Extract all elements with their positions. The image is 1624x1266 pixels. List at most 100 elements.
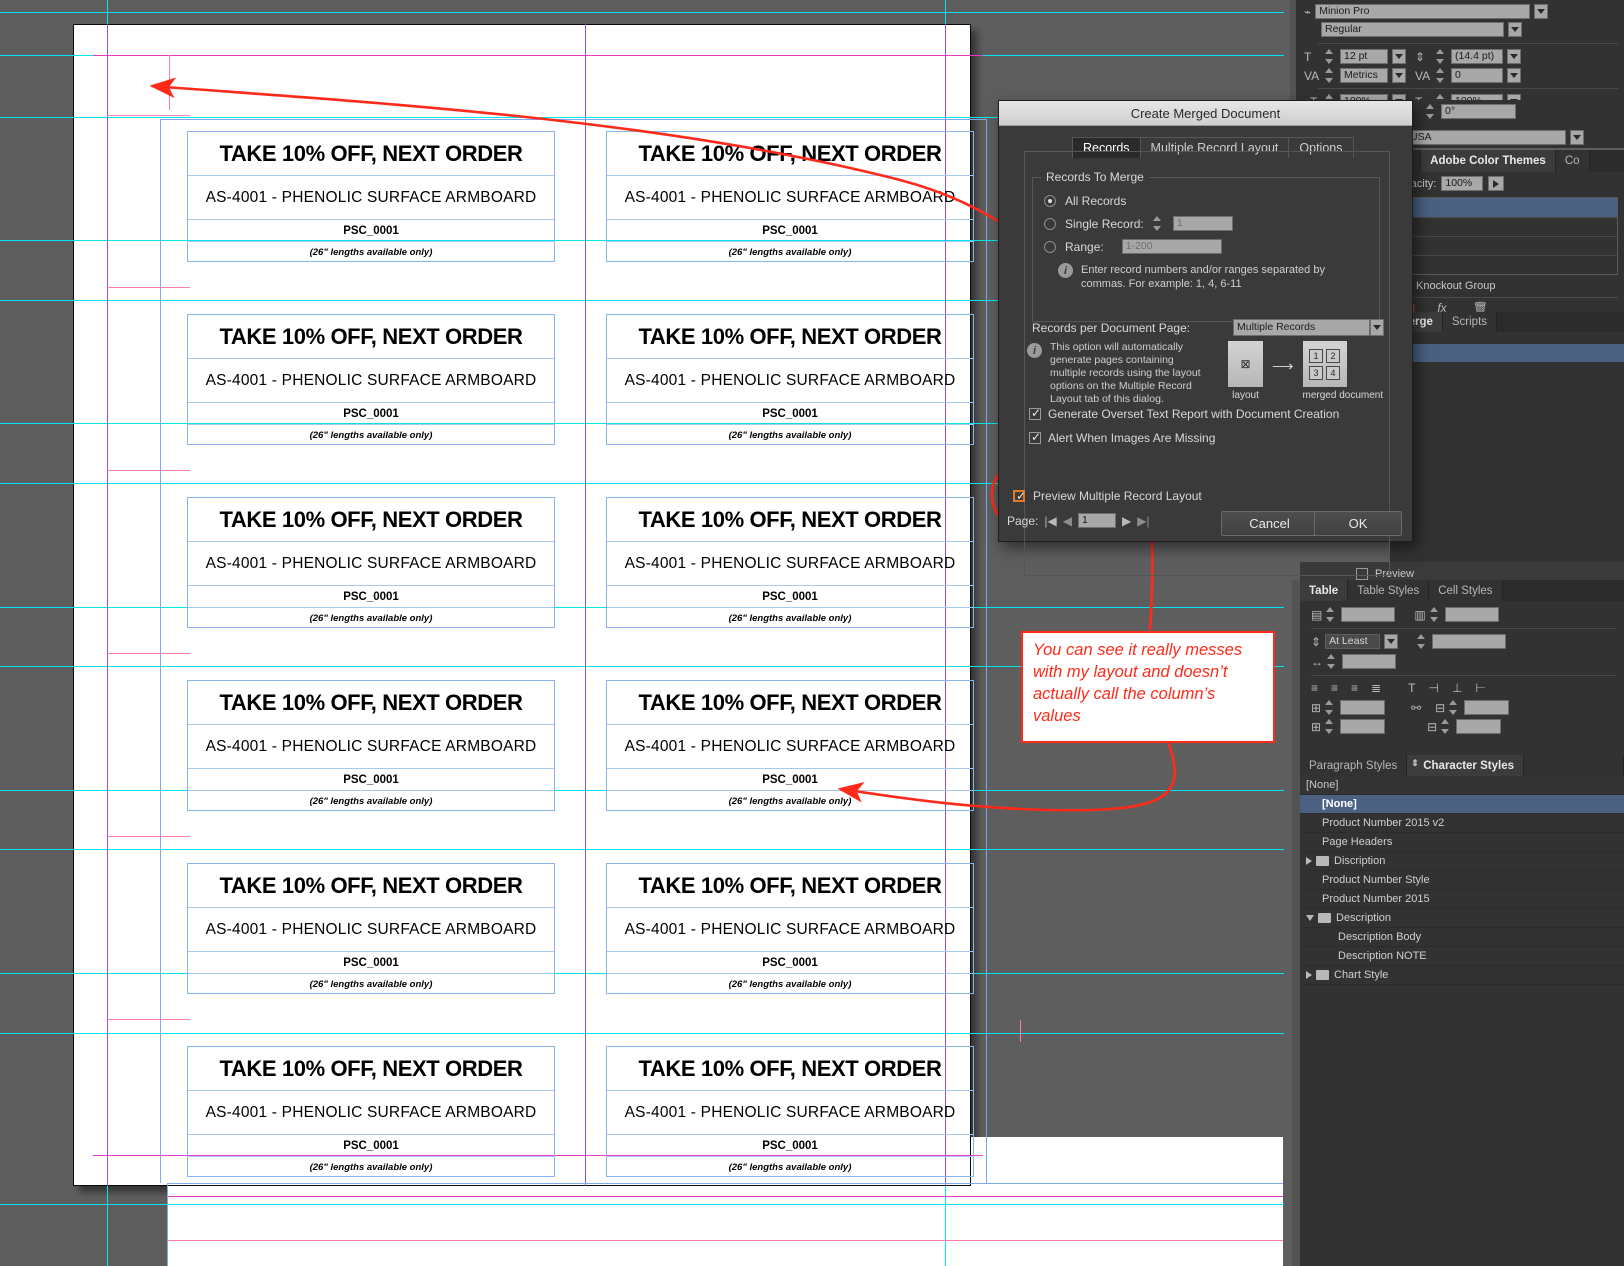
row-height-dropdown-icon[interactable] xyxy=(1384,634,1399,649)
opacity-field[interactable]: 100% xyxy=(1441,176,1484,191)
row-height-field[interactable] xyxy=(1432,634,1507,649)
tab-adobe-color-themes[interactable]: Adobe Color Themes xyxy=(1421,150,1556,172)
tab-table[interactable]: Table xyxy=(1300,580,1349,601)
merged-label-card[interactable]: TAKE 10% OFF, NEXT ORDER AS-4001 - PHENOL… xyxy=(187,863,555,994)
font-size-stepper[interactable] xyxy=(1325,49,1336,64)
style-row[interactable]: Product Number Style xyxy=(1300,871,1624,890)
merged-label-card[interactable]: TAKE 10% OFF, NEXT ORDER AS-4001 - PHENOL… xyxy=(606,497,974,628)
create-merged-document-dialog[interactable]: Create Merged Document Records Multiple … xyxy=(998,100,1413,576)
font-style-dropdown-icon[interactable] xyxy=(1508,22,1522,37)
font-size-dropdown-icon[interactable] xyxy=(1392,49,1406,64)
text-rotate-270-icon[interactable]: ⊢ xyxy=(1475,681,1485,695)
table-panel[interactable]: Table Table Styles Cell Styles ▤ ▥ ⇕ At … xyxy=(1292,580,1624,755)
text-rotate-90-icon[interactable]: ⊣ xyxy=(1428,681,1438,695)
page-number-field[interactable]: 1 xyxy=(1077,513,1116,528)
single-record-field[interactable]: 1 xyxy=(1172,216,1233,231)
align-top-icon[interactable]: ≡ xyxy=(1311,681,1318,695)
effects-panel[interactable]: Opacity: 100% Knockout Group ▤ fx˯ 🗑 xyxy=(1390,172,1624,315)
dialog-page-nav[interactable]: Page: |◀ ◀ 1 ▶ ▶| xyxy=(1007,513,1150,528)
columns-field[interactable] xyxy=(1444,607,1499,622)
row-height-stepper[interactable] xyxy=(1417,634,1428,649)
merged-label-card[interactable]: TAKE 10% OFF, NEXT ORDER AS-4001 - PHENOL… xyxy=(606,863,974,994)
style-row[interactable]: Product Number 2015 xyxy=(1300,890,1624,909)
overset-report-checkbox[interactable] xyxy=(1029,406,1041,420)
cancel-button[interactable]: Cancel xyxy=(1221,511,1318,536)
ok-button[interactable]: OK xyxy=(1314,511,1402,536)
font-style-field[interactable]: Regular xyxy=(1321,22,1504,37)
style-folder-row[interactable]: Description xyxy=(1300,909,1624,928)
merge-tabbar[interactable]: Merge Scripts xyxy=(1390,312,1624,332)
font-size-field[interactable]: 12 pt xyxy=(1340,49,1388,64)
chevron-right-icon[interactable] xyxy=(1306,857,1312,865)
color-themes-tabbar[interactable]: es Adobe Color Themes Co xyxy=(1390,150,1624,172)
style-row[interactable]: [None] xyxy=(1300,795,1624,814)
kerning-dropdown-icon[interactable] xyxy=(1392,68,1406,83)
range-field[interactable]: 1-200 xyxy=(1121,239,1222,254)
records-per-page-row[interactable]: Records per Document Page: Multiple Reco… xyxy=(1032,319,1384,336)
single-record-row[interactable]: Single Record: 1 xyxy=(1033,208,1379,231)
tracking-field[interactable]: 0 xyxy=(1451,68,1503,83)
leading-field[interactable]: (14.4 pt) xyxy=(1451,49,1503,64)
style-row[interactable]: Description NOTE xyxy=(1300,947,1624,966)
opacity-flyout-icon[interactable] xyxy=(1488,176,1505,191)
inset-top-stepper[interactable] xyxy=(1325,700,1336,715)
merged-label-card[interactable]: TAKE 10% OFF, NEXT ORDER AS-4001 - PHENOL… xyxy=(187,680,555,811)
all-records-radio[interactable] xyxy=(1044,195,1056,207)
inset-left-stepper[interactable] xyxy=(1449,700,1460,715)
single-record-radio[interactable] xyxy=(1044,217,1056,230)
tab-cell-styles[interactable]: Cell Styles xyxy=(1429,580,1503,601)
text-rotate-0-icon[interactable]: T xyxy=(1408,681,1415,695)
prev-page-icon[interactable]: ◀ xyxy=(1063,514,1072,528)
alert-images-row[interactable]: Alert When Images Are Missing xyxy=(1029,430,1215,445)
rows-stepper[interactable] xyxy=(1326,607,1337,622)
tab-scripts[interactable]: Scripts xyxy=(1442,312,1498,332)
inset-right-field[interactable] xyxy=(1456,719,1502,734)
language-dropdown-icon[interactable] xyxy=(1570,130,1584,145)
preview-multiple-record-layout-row[interactable]: Preview Multiple Record Layout xyxy=(1013,489,1202,503)
merged-label-card[interactable]: TAKE 10% OFF, NEXT ORDER AS-4001 - PHENOL… xyxy=(187,314,555,445)
effects-list-item-stroke[interactable] xyxy=(1397,217,1617,236)
kerning-field[interactable]: Metrics xyxy=(1340,68,1388,83)
font-family-field[interactable]: Minion Pro xyxy=(1315,4,1531,19)
merged-label-card[interactable]: TAKE 10% OFF, NEXT ORDER AS-4001 - PHENOL… xyxy=(606,314,974,445)
overset-report-row[interactable]: Generate Overset Text Report with Docume… xyxy=(1029,406,1339,421)
align-center-icon[interactable]: ≡ xyxy=(1331,681,1338,695)
styles-panel[interactable]: Paragraph Styles ⇕ Character Styles [Non… xyxy=(1292,755,1624,1266)
style-row[interactable]: Description Body xyxy=(1300,928,1624,947)
records-per-page-select[interactable]: Multiple Records xyxy=(1233,319,1370,336)
merged-label-card[interactable]: TAKE 10% OFF, NEXT ORDER AS-4001 - PHENOL… xyxy=(187,131,555,262)
merged-label-card[interactable]: TAKE 10% OFF, NEXT ORDER AS-4001 - PHENOL… xyxy=(187,497,555,628)
tab-paragraph-styles[interactable]: Paragraph Styles xyxy=(1300,755,1408,776)
style-folder-row[interactable]: Discription xyxy=(1300,852,1624,871)
skew-field[interactable]: 0° xyxy=(1441,104,1516,119)
preview-multiple-record-layout-checkbox[interactable] xyxy=(1013,489,1026,503)
range-radio[interactable] xyxy=(1044,240,1056,253)
tab-table-styles[interactable]: Table Styles xyxy=(1348,580,1430,601)
single-record-stepper[interactable] xyxy=(1152,216,1164,231)
merge-list-selected-row[interactable] xyxy=(1390,344,1624,362)
merged-label-card[interactable]: TAKE 10% OFF, NEXT ORDER AS-4001 - PHENOL… xyxy=(187,1046,555,1177)
first-page-icon[interactable]: |◀ xyxy=(1044,514,1056,528)
character-styles-list[interactable]: [None] Product Number 2015 v2 Page Headers… xyxy=(1300,795,1624,985)
alert-images-checkbox[interactable] xyxy=(1029,430,1041,444)
table-panel-gripper[interactable] xyxy=(1292,580,1300,755)
text-rotate-180-icon[interactable]: ⊥ xyxy=(1452,681,1462,695)
language-field[interactable]: USA xyxy=(1406,130,1566,145)
leading-stepper[interactable] xyxy=(1436,49,1447,64)
effects-list-item-object[interactable] xyxy=(1397,198,1617,217)
merge-panel-body[interactable] xyxy=(1390,332,1624,562)
link-insets-icon[interactable]: ⚯ xyxy=(1411,701,1421,715)
row-height-mode-field[interactable]: At Least xyxy=(1325,634,1381,649)
inset-left-field[interactable] xyxy=(1464,700,1510,715)
tab-color[interactable]: Co xyxy=(1555,150,1590,172)
style-folder-row[interactable]: Chart Style xyxy=(1300,966,1624,985)
kerning-stepper[interactable] xyxy=(1325,68,1336,83)
merged-label-card[interactable]: TAKE 10% OFF, NEXT ORDER AS-4001 - PHENOL… xyxy=(606,1046,974,1177)
inset-right-stepper[interactable] xyxy=(1441,719,1452,734)
last-page-icon[interactable]: ▶| xyxy=(1137,514,1149,528)
chevron-right-icon[interactable] xyxy=(1306,971,1312,979)
next-page-icon[interactable]: ▶ xyxy=(1122,514,1131,528)
tracking-dropdown-icon[interactable] xyxy=(1507,68,1521,83)
tracking-stepper[interactable] xyxy=(1436,68,1447,83)
inset-bottom-stepper[interactable] xyxy=(1325,719,1336,734)
